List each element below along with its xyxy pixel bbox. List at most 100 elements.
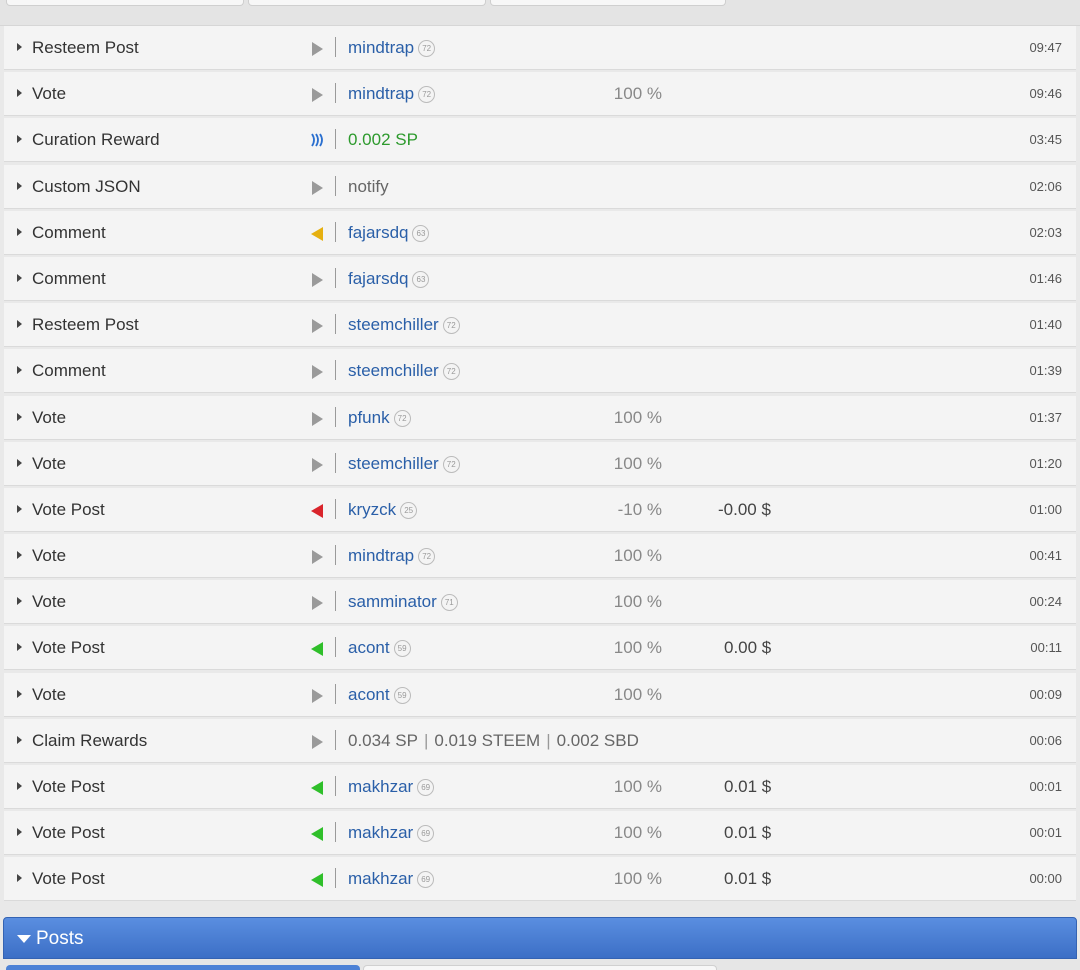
target-cell: steemchiller 72 bbox=[348, 361, 460, 381]
timestamp: 00:01 bbox=[1029, 825, 1062, 841]
operation-row[interactable]: Vote Post makhzar 69 100 % 0.01 $ 00:01 bbox=[4, 765, 1076, 809]
direction-right-icon bbox=[312, 42, 323, 56]
reputation-badge: 72 bbox=[418, 86, 436, 104]
timestamp: 01:39 bbox=[1029, 363, 1062, 379]
account-link[interactable]: steemchiller bbox=[348, 454, 439, 473]
operation-type: Vote Post bbox=[32, 869, 105, 889]
operation-row[interactable]: Comment fajarsdq 63 01:46 bbox=[4, 256, 1076, 301]
operation-row[interactable]: Vote mindtrap 72 100 % 09:46 bbox=[4, 72, 1076, 117]
account-link[interactable]: kryzck bbox=[348, 500, 396, 519]
operation-type: Resteem Post bbox=[32, 38, 139, 57]
direction-left-green-icon bbox=[311, 781, 323, 795]
caret-right-icon[interactable] bbox=[17, 689, 22, 698]
operation-row[interactable]: Vote Post makhzar 69 100 % 0.01 $ 00:00 bbox=[4, 857, 1076, 902]
bottom-tab-active[interactable] bbox=[6, 965, 360, 970]
caret-right-icon[interactable] bbox=[17, 828, 22, 837]
vote-value: 0.01 $ bbox=[724, 869, 772, 889]
direction-left-green-icon bbox=[311, 827, 323, 842]
operation-row[interactable]: Curation Reward 0.002 SP 03:45 bbox=[4, 118, 1076, 163]
operation-row[interactable]: Vote Post acont 59 100 % 0.00 $ 00:11 bbox=[4, 626, 1076, 671]
direction-right-icon bbox=[312, 88, 323, 103]
caret-right-icon[interactable] bbox=[17, 643, 22, 652]
account-link[interactable]: fajarsdq bbox=[348, 269, 408, 288]
bottom-tab-2[interactable] bbox=[363, 965, 717, 970]
top-tab-3[interactable] bbox=[490, 0, 726, 6]
account-link[interactable]: acont bbox=[348, 685, 390, 704]
account-link[interactable]: mindtrap bbox=[348, 84, 414, 103]
operation-row[interactable]: Vote mindtrap 72 100 % 00:41 bbox=[4, 534, 1076, 579]
operation-type: Curation Reward bbox=[32, 130, 160, 150]
account-link[interactable]: samminator bbox=[348, 592, 437, 611]
caret-right-icon[interactable] bbox=[17, 273, 22, 282]
top-tab-2[interactable] bbox=[248, 0, 486, 6]
separator: | bbox=[546, 730, 551, 750]
caret-right-icon[interactable] bbox=[17, 874, 22, 883]
caret-right-icon[interactable] bbox=[17, 597, 22, 606]
account-link[interactable]: pfunk bbox=[348, 408, 390, 427]
operation-row[interactable]: Resteem Post steemchiller 72 01:40 bbox=[4, 303, 1076, 348]
account-link[interactable]: mindtrap bbox=[348, 546, 414, 565]
caret-right-icon[interactable] bbox=[17, 43, 22, 51]
separator bbox=[335, 267, 336, 288]
separator bbox=[335, 452, 336, 473]
account-link[interactable]: makhzar bbox=[348, 823, 413, 842]
vote-weight: 100 % bbox=[613, 777, 662, 796]
reward-amount: 0.002 SP bbox=[348, 130, 418, 150]
caret-right-icon[interactable] bbox=[17, 181, 22, 190]
caret-right-icon[interactable] bbox=[17, 735, 22, 744]
operation-row[interactable]: Vote pfunk 72 100 % 01:37 bbox=[4, 395, 1076, 440]
caret-right-icon[interactable] bbox=[17, 366, 22, 375]
account-link[interactable]: fajarsdq bbox=[348, 223, 408, 242]
posts-section-header[interactable]: Posts bbox=[3, 917, 1077, 959]
operation-type: Comment bbox=[32, 361, 106, 381]
target-cell: acont 59 bbox=[348, 638, 411, 658]
caret-right-icon[interactable] bbox=[17, 458, 22, 467]
operation-row[interactable]: Resteem Post mindtrap 72 09:47 bbox=[4, 26, 1076, 70]
operation-row[interactable]: Vote samminator 71 100 % 00:24 bbox=[4, 580, 1076, 625]
vote-weight: 100 % bbox=[613, 869, 662, 889]
operation-row[interactable]: Vote acont 59 100 % 00:09 bbox=[4, 672, 1076, 717]
operation-type: Claim Rewards bbox=[32, 730, 148, 750]
operation-type: Vote Post bbox=[32, 777, 105, 796]
operation-row[interactable]: Custom JSON notify 02:06 bbox=[4, 164, 1076, 209]
operation-row[interactable]: Comment fajarsdq 63 02:03 bbox=[4, 210, 1076, 255]
account-link[interactable]: steemchiller bbox=[348, 315, 439, 334]
top-tab-strip bbox=[0, 0, 1080, 26]
target-cell: fajarsdq 63 bbox=[348, 269, 430, 289]
operation-type: Vote bbox=[32, 592, 67, 612]
caret-right-icon[interactable] bbox=[17, 412, 22, 421]
account-link[interactable]: steemchiller bbox=[348, 361, 439, 380]
claim-amounts: 0.034 SP | 0.019 STEEM | 0.002 SBD bbox=[348, 731, 639, 751]
separator bbox=[335, 129, 336, 150]
reputation-badge: 59 bbox=[393, 640, 411, 658]
caret-right-icon[interactable] bbox=[17, 227, 22, 236]
operation-row[interactable]: Vote Post kryzck 25 -10 % -0.00 $ 01:00 bbox=[4, 487, 1076, 532]
account-link[interactable]: makhzar bbox=[348, 777, 413, 796]
caret-right-icon[interactable] bbox=[17, 551, 22, 560]
account-link[interactable]: acont bbox=[348, 638, 390, 657]
account-link[interactable]: makhzar bbox=[348, 869, 413, 888]
separator bbox=[335, 868, 336, 889]
operation-row[interactable]: Claim Rewards 0.034 SP | 0.019 STEEM | 0.002 … bbox=[4, 718, 1076, 763]
caret-right-icon[interactable] bbox=[17, 89, 22, 98]
vote-weight: 100 % bbox=[613, 546, 662, 566]
timestamp: 00:24 bbox=[1029, 594, 1062, 610]
operation-row[interactable]: Vote Post makhzar 69 100 % 0.01 $ 00:01 bbox=[4, 811, 1076, 856]
operation-row[interactable]: Comment steemchiller 72 01:39 bbox=[4, 349, 1076, 394]
caret-right-icon[interactable] bbox=[17, 782, 22, 790]
direction-left-red-icon bbox=[311, 503, 323, 518]
operation-type: Vote bbox=[32, 684, 67, 704]
vote-weight: 100 % bbox=[613, 823, 662, 843]
separator bbox=[335, 406, 336, 427]
caret-right-icon[interactable] bbox=[17, 504, 22, 513]
account-link[interactable]: mindtrap bbox=[348, 38, 414, 57]
caret-right-icon[interactable] bbox=[17, 135, 22, 144]
timestamp: 02:06 bbox=[1029, 178, 1062, 194]
timestamp: 09:47 bbox=[1029, 40, 1062, 55]
caret-right-icon[interactable] bbox=[17, 320, 22, 329]
operation-type: Vote bbox=[32, 84, 67, 104]
reputation-badge: 72 bbox=[442, 455, 460, 473]
separator bbox=[335, 83, 336, 104]
top-tab-1[interactable] bbox=[6, 0, 244, 6]
operation-row[interactable]: Vote steemchiller 72 100 % 01:20 bbox=[4, 441, 1076, 486]
